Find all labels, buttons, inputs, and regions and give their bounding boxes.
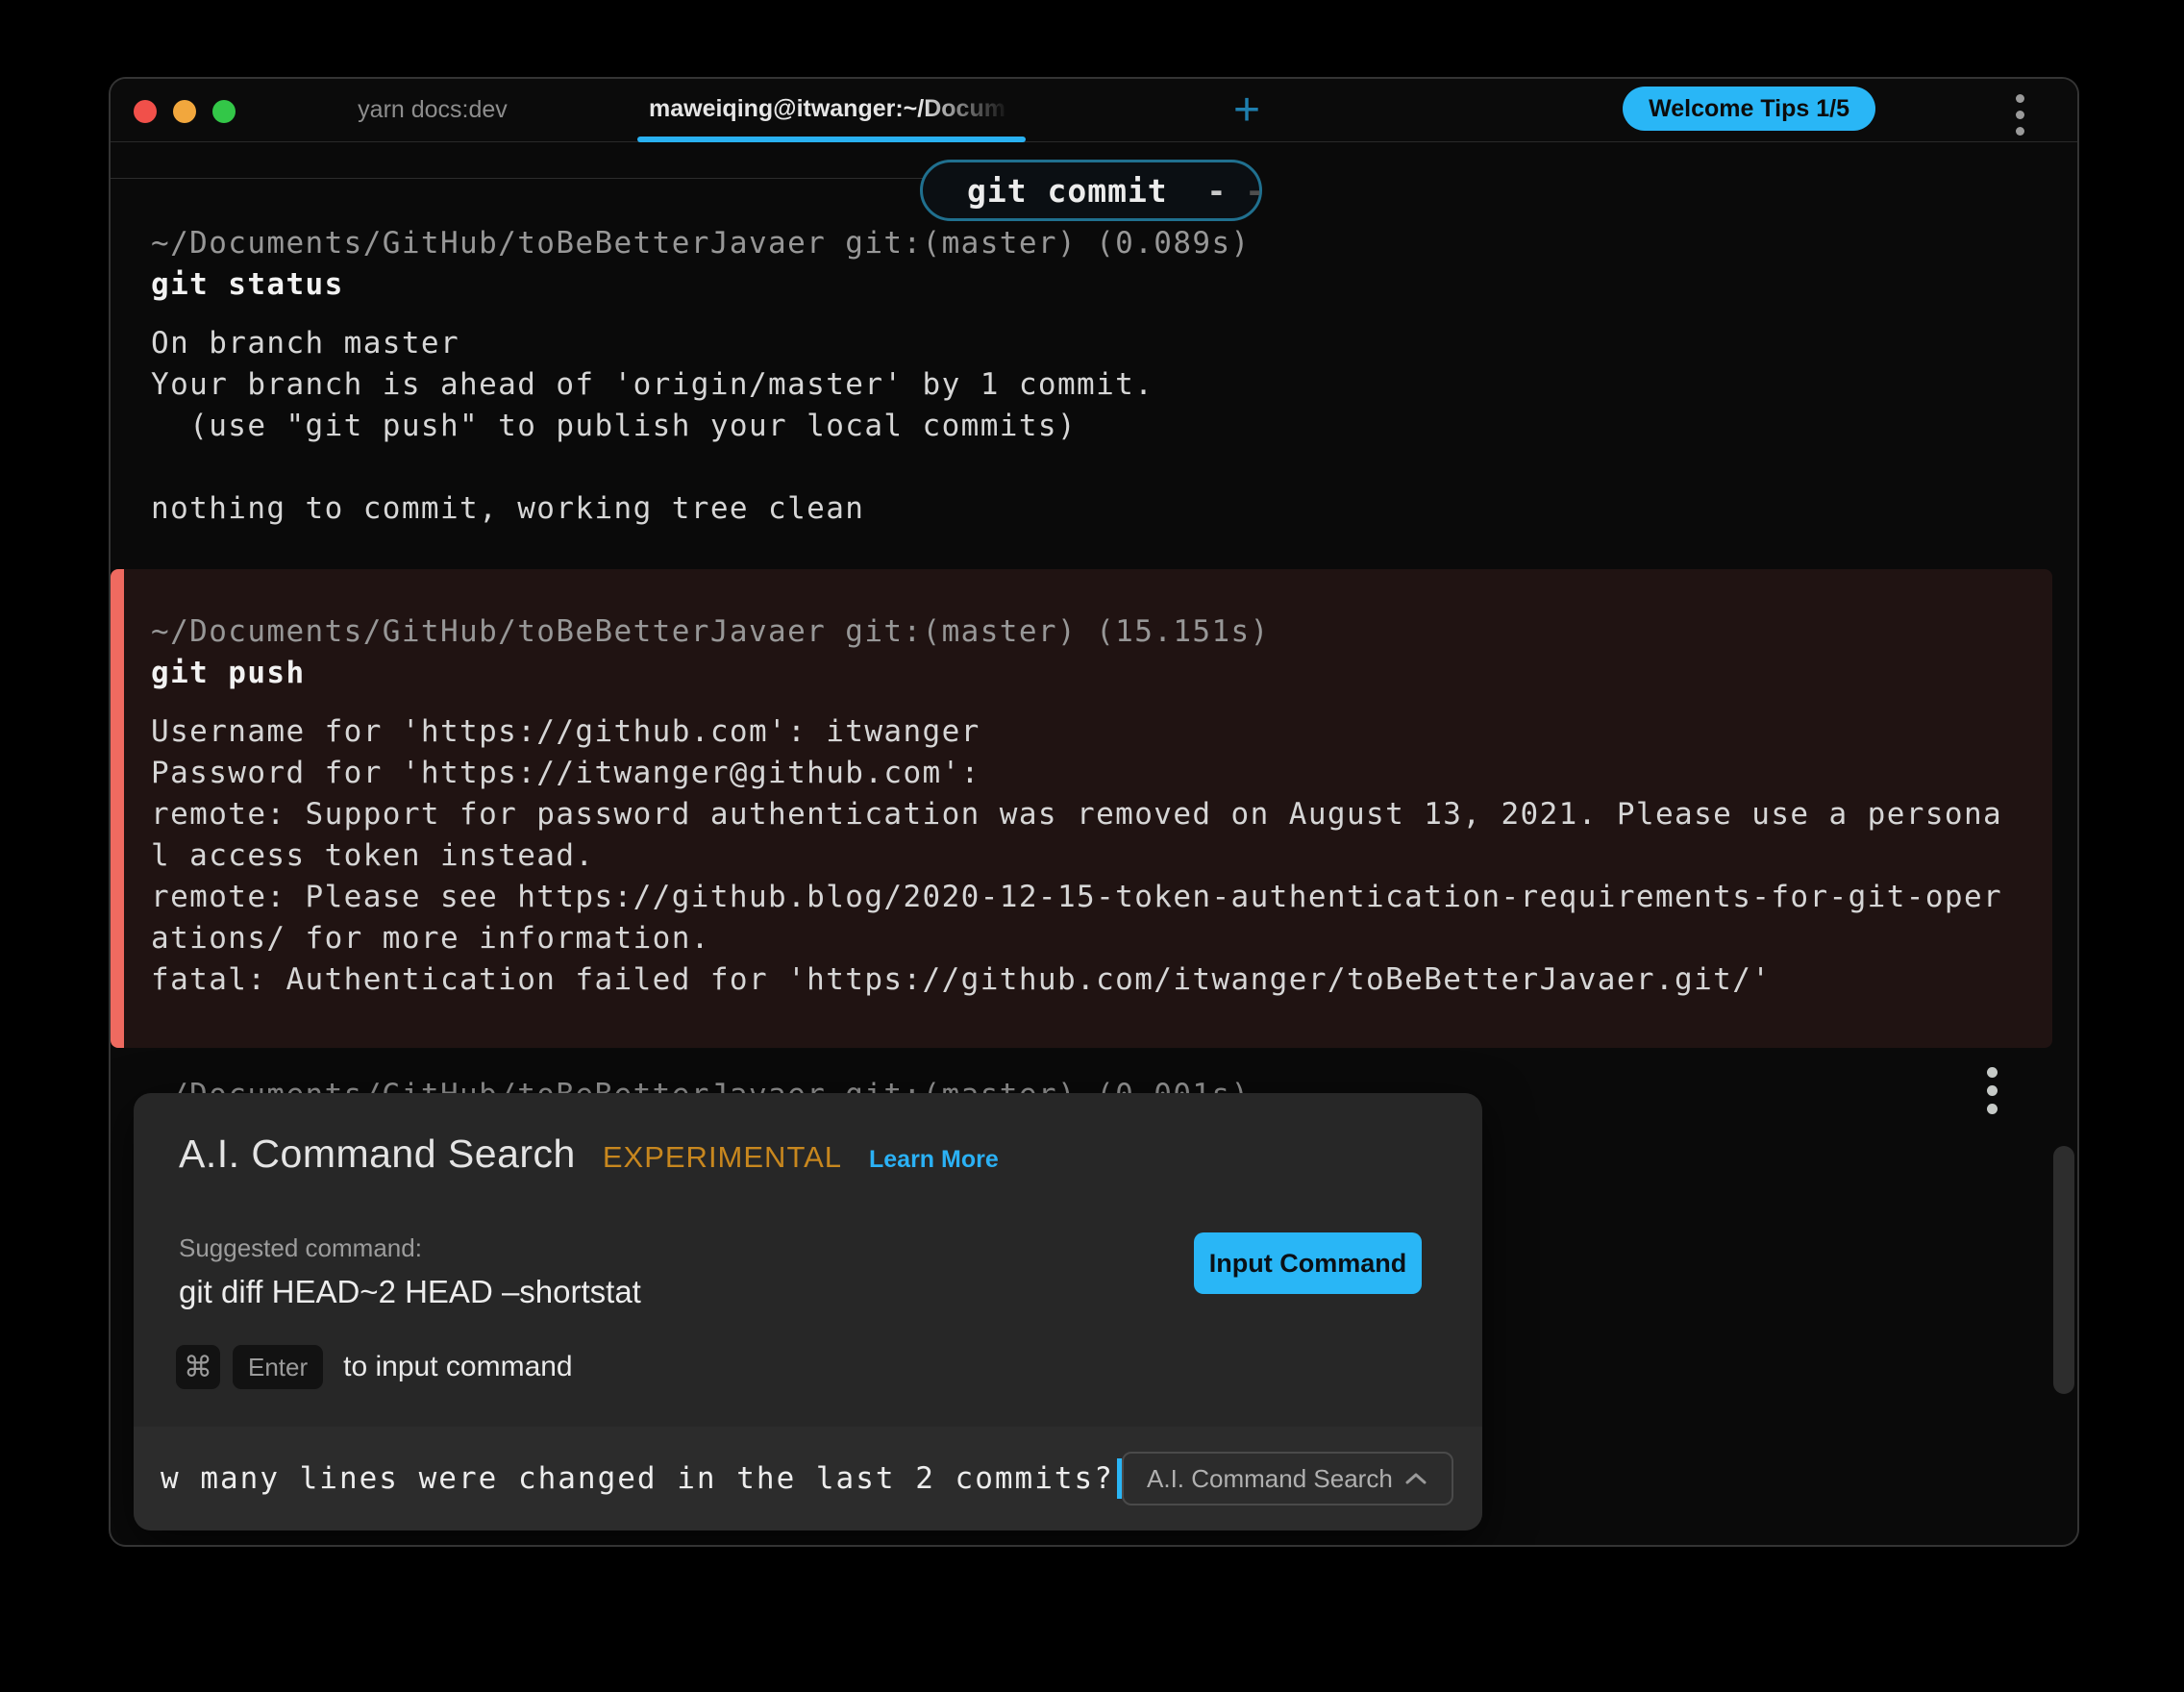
- command-input-text[interactable]: w many lines were changed in the last 2 …: [161, 1461, 1114, 1496]
- command-line: git status: [151, 264, 1251, 306]
- ai-search-mode-label: A.I. Command Search: [1147, 1464, 1393, 1494]
- enter-keycap: Enter: [233, 1345, 323, 1389]
- tab-yarn-docs[interactable]: yarn docs:dev: [322, 79, 543, 142]
- prompt-line: ~/Documents/GitHub/toBeBetterJavaer git:…: [151, 223, 1251, 264]
- shortcut-hint-row: ⌘ Enter to input command: [176, 1345, 573, 1389]
- tab-label-fade: [920, 79, 1026, 137]
- output-line: [151, 447, 1251, 488]
- window-menu-icon[interactable]: [2016, 94, 2024, 136]
- ai-panel-title: A.I. Command Search: [179, 1132, 576, 1177]
- output-line: nothing to commit, working tree clean: [151, 488, 1251, 530]
- output-line: Password for 'https://itwanger@github.co…: [151, 753, 2052, 794]
- command-input-row[interactable]: w many lines were changed in the last 2 …: [134, 1427, 1482, 1530]
- sticky-command-text: git commit: [967, 172, 1188, 210]
- output-line: remote: Support for password authenticat…: [151, 794, 2052, 835]
- output-line: remote: Please see https://github.blog/2…: [151, 877, 2052, 918]
- ai-search-mode-button[interactable]: A.I. Command Search: [1122, 1452, 1453, 1505]
- suggested-command-label: Suggested command:: [179, 1233, 422, 1263]
- sticky-command-pill[interactable]: git commit --: [920, 160, 1262, 221]
- traffic-lights: [134, 100, 236, 123]
- output-line: Your branch is ahead of 'origin/master' …: [151, 364, 1251, 406]
- tab-active-session[interactable]: maweiqing@itwanger:~/Docum: [637, 79, 1026, 142]
- close-button[interactable]: [134, 100, 157, 123]
- output-line: (use "git push" to publish your local co…: [151, 406, 1251, 447]
- output-line: Username for 'https://github.com': itwan…: [151, 711, 2052, 753]
- input-command-button[interactable]: Input Command: [1194, 1232, 1422, 1294]
- sticky-command-dash-faded: -: [1245, 172, 1264, 210]
- ai-panel-header: A.I. Command Search EXPERIMENTAL Learn M…: [179, 1132, 999, 1177]
- minimize-button[interactable]: [173, 100, 196, 123]
- prompt-line: ~/Documents/GitHub/toBeBetterJavaer git:…: [151, 611, 2052, 653]
- output-line: ations/ for more information.: [151, 918, 2052, 959]
- block-menu-icon[interactable]: [1987, 1067, 1998, 1114]
- experimental-badge: EXPERIMENTAL: [603, 1140, 842, 1175]
- output-line: On branch master: [151, 323, 1251, 364]
- active-tab-underline: [637, 137, 1026, 142]
- suggested-command-text[interactable]: git diff HEAD~2 HEAD –shortstat: [179, 1274, 641, 1310]
- new-tab-button[interactable]: +: [1218, 83, 1276, 140]
- command-key-icon: ⌘: [176, 1345, 220, 1389]
- shortcut-hint-text: to input command: [343, 1351, 572, 1383]
- block-divider-line: [111, 178, 923, 179]
- command-line: git push: [151, 653, 2052, 694]
- tab-bar: yarn docs:dev maweiqing@itwanger:~/Docum…: [111, 79, 2077, 142]
- zoom-button[interactable]: [212, 100, 236, 123]
- welcome-tips-button[interactable]: Welcome Tips 1/5: [1623, 87, 1875, 131]
- learn-more-link[interactable]: Learn More: [869, 1146, 999, 1174]
- ai-command-search-panel: A.I. Command Search EXPERIMENTAL Learn M…: [134, 1093, 1482, 1530]
- chevron-up-icon: [1403, 1471, 1428, 1486]
- output-line: fatal: Authentication failed for 'https:…: [151, 959, 2052, 1001]
- command-block-git-push-error[interactable]: ~/Documents/GitHub/toBeBetterJavaer git:…: [111, 569, 2052, 1048]
- command-block-git-status[interactable]: ~/Documents/GitHub/toBeBetterJavaer git:…: [151, 223, 1251, 530]
- output-line: l access token instead.: [151, 835, 2052, 877]
- scrollbar-thumb[interactable]: [2053, 1146, 2074, 1394]
- terminal-window: yarn docs:dev maweiqing@itwanger:~/Docum…: [109, 77, 2079, 1547]
- sticky-command-dash: -: [1207, 172, 1227, 210]
